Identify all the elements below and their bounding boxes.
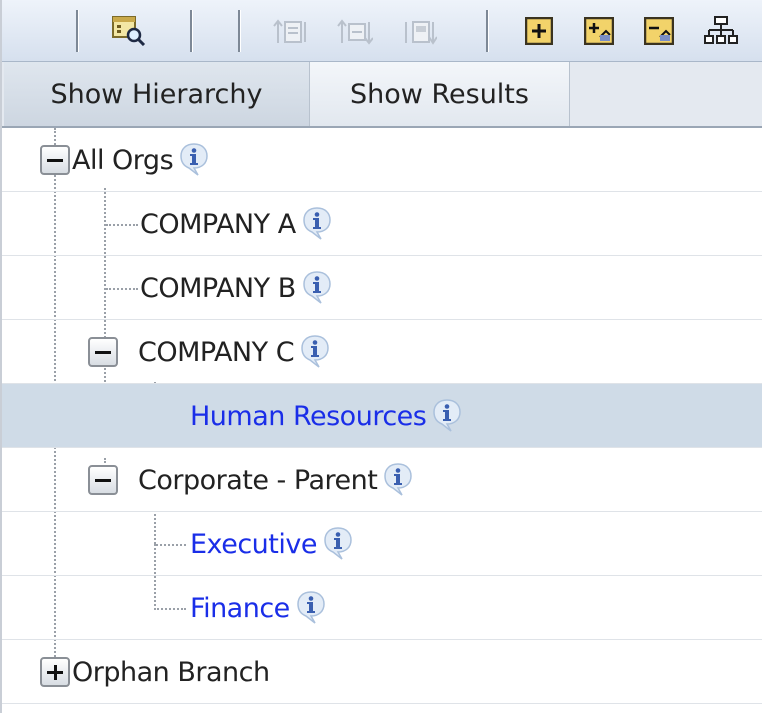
collapse-toggle[interactable]	[40, 145, 70, 175]
node-label[interactable]: All Orgs	[72, 145, 174, 176]
tree-row-company-b[interactable]: COMPANY B	[2, 256, 762, 320]
expand-icon	[525, 17, 553, 45]
view-tabs: Show Hierarchy Show Results	[2, 62, 762, 128]
tab-show-results-label: Show Results	[350, 78, 529, 110]
node-link[interactable]: Finance	[190, 593, 290, 624]
tree-row-finance[interactable]: Finance	[2, 576, 762, 640]
tree-row-orphan-branch[interactable]: Orphan Branch	[2, 640, 762, 704]
info-icon[interactable]	[300, 334, 330, 370]
expand-all-icon	[584, 17, 614, 45]
org-chart-icon	[704, 16, 738, 44]
info-icon[interactable]	[323, 526, 353, 562]
node-label[interactable]: Corporate - Parent	[138, 465, 378, 496]
toolbar-separator	[190, 10, 193, 52]
move-down-icon	[405, 21, 437, 45]
move-across-icon	[337, 19, 373, 45]
toolbar-separator	[238, 10, 241, 52]
org-tree: All Orgs COMPANY A COMPANY B COMPANY C H…	[2, 128, 762, 713]
node-label[interactable]: COMPANY A	[140, 209, 296, 240]
tree-row-company-c[interactable]: COMPANY C	[2, 320, 762, 384]
expand-all-button[interactable]	[580, 12, 618, 50]
collapse-all-icon	[644, 17, 674, 45]
move-up-icon	[273, 19, 306, 43]
tab-show-hierarchy[interactable]: Show Hierarchy	[4, 62, 310, 126]
toolbar-separator	[486, 10, 489, 52]
info-icon[interactable]	[302, 206, 332, 242]
info-icon[interactable]	[179, 142, 209, 178]
node-label[interactable]: COMPANY B	[140, 273, 296, 304]
tree-row-all-orgs[interactable]: All Orgs	[2, 128, 762, 192]
collapse-toggle[interactable]	[88, 337, 118, 367]
info-icon[interactable]	[302, 270, 332, 306]
move-up-button[interactable]	[272, 12, 310, 50]
tab-show-hierarchy-label: Show Hierarchy	[50, 78, 263, 110]
tree-row-corporate-parent[interactable]: Corporate - Parent	[2, 448, 762, 512]
find-icon	[112, 16, 146, 46]
info-icon[interactable]	[383, 462, 413, 498]
org-chart-button[interactable]	[702, 12, 740, 50]
info-icon[interactable]	[296, 590, 326, 626]
tree-row-company-a[interactable]: COMPANY A	[2, 192, 762, 256]
toolbar-separator	[76, 10, 79, 52]
tree-row-executive[interactable]: Executive	[2, 512, 762, 576]
tree-row-human-resources[interactable]: Human Resources	[2, 384, 762, 448]
toolbar	[2, 0, 762, 62]
find-button[interactable]	[110, 12, 148, 50]
move-across-button[interactable]	[336, 12, 374, 50]
node-link[interactable]: Executive	[190, 529, 317, 560]
collapse-all-button[interactable]	[640, 12, 678, 50]
expand-toggle[interactable]	[40, 657, 70, 687]
node-label[interactable]: Orphan Branch	[72, 657, 270, 688]
info-icon[interactable]	[432, 398, 462, 434]
move-down-button[interactable]	[400, 12, 438, 50]
tab-show-results[interactable]: Show Results	[310, 62, 570, 126]
node-link[interactable]: Human Resources	[190, 401, 427, 432]
node-label[interactable]: COMPANY C	[138, 337, 295, 368]
hierarchy-panel: Show Hierarchy Show Results All Orgs COM…	[0, 0, 762, 713]
collapse-toggle[interactable]	[88, 465, 118, 495]
expand-button[interactable]	[520, 12, 558, 50]
